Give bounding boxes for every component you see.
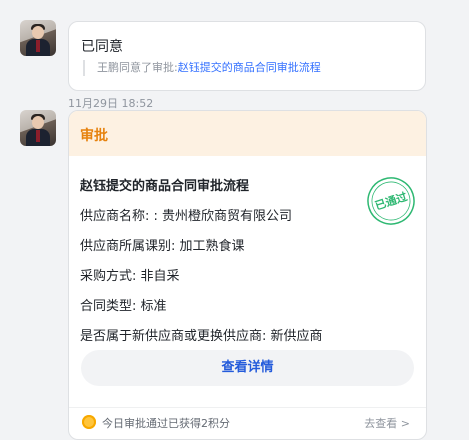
quote-prefix: 王鹏同意了审批: [97, 61, 178, 74]
view-details-button[interactable]: 查看详情 [81, 350, 414, 386]
field-supplier-name: 供应商名称: : 贵州橙欣商贸有限公司 [80, 209, 293, 224]
message-timestamp: 11月29日 18:52 [68, 97, 154, 110]
approval-card[interactable]: 审批 赵钰提交的商品合同审批流程 已通过 供应商名称: : 贵州橙欣商贸有限公司… [68, 110, 427, 440]
view-points-link[interactable]: 去查看 > [364, 415, 410, 431]
avatar-face [32, 116, 44, 129]
message-bubble: 已同意 王鹏同意了审批:赵钰提交的商品合同审批流程 [68, 21, 426, 91]
field-contract-type: 合同类型: 标准 [80, 299, 167, 314]
card-header-title: 审批 [80, 128, 108, 144]
field-new-supplier: 是否属于新供应商或更换供应商: 新供应商 [80, 329, 323, 344]
message-quote: 王鹏同意了审批:赵钰提交的商品合同审批流程 [83, 60, 321, 76]
coin-icon [82, 415, 96, 429]
field-purchase-method: 采购方式: 非自采 [80, 269, 180, 284]
card-title: 赵钰提交的商品合同审批流程 [80, 179, 250, 194]
avatar-face [32, 26, 44, 39]
avatar-tie [36, 40, 40, 52]
card-footer: 今日审批通过已获得2积分 去查看 > [69, 407, 426, 439]
stamp-text: 已通过 [373, 189, 409, 213]
avatar-tie [36, 130, 40, 142]
points-text: 今日审批通过已获得2积分 [102, 417, 230, 430]
field-supplier-section: 供应商所属课别: 加工熟食课 [80, 239, 245, 254]
avatar[interactable] [20, 110, 56, 146]
card-header: 审批 [69, 111, 426, 156]
message-title: 已同意 [81, 39, 123, 55]
avatar[interactable] [20, 20, 56, 56]
quote-link[interactable]: 赵钰提交的商品合同审批流程 [178, 61, 321, 74]
approved-stamp-icon: 已通过 [367, 177, 415, 225]
